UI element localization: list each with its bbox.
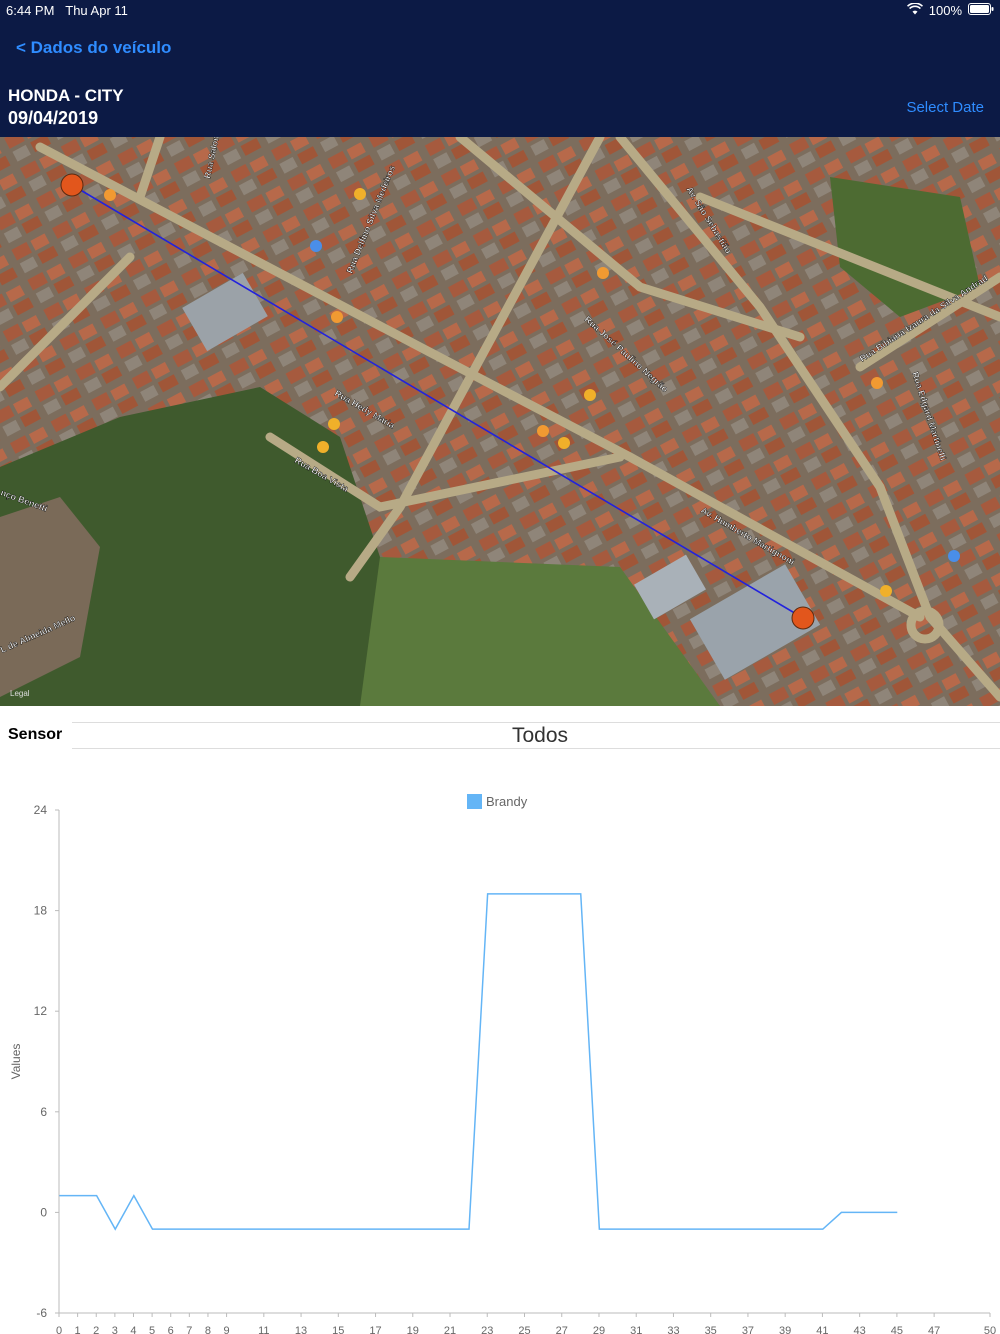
x-tick-label: 5 bbox=[149, 1325, 155, 1334]
vehicle-name: HONDA - CITY bbox=[8, 86, 124, 105]
select-date-button[interactable]: Select Date bbox=[906, 99, 984, 116]
x-tick-label: 7 bbox=[186, 1325, 192, 1334]
x-tick-label: 21 bbox=[444, 1325, 456, 1334]
y-tick-label: 0 bbox=[40, 1205, 47, 1219]
x-tick-label: 0 bbox=[56, 1325, 62, 1334]
x-tick-label: 47 bbox=[928, 1325, 940, 1334]
battery-icon bbox=[968, 3, 994, 18]
x-tick-label: 8 bbox=[205, 1325, 211, 1334]
x-tick-label: 27 bbox=[556, 1325, 568, 1334]
x-tick-label: 23 bbox=[481, 1325, 493, 1334]
x-tick-label: 25 bbox=[518, 1325, 530, 1334]
sensor-label: Sensor bbox=[8, 726, 63, 743]
x-tick-label: 9 bbox=[224, 1325, 230, 1334]
x-tick-label: 17 bbox=[369, 1325, 381, 1334]
y-tick-label: 18 bbox=[34, 904, 48, 918]
x-tick-label: 3 bbox=[112, 1325, 118, 1334]
x-tick-label: 13 bbox=[295, 1325, 307, 1334]
route-end-marker[interactable] bbox=[791, 606, 815, 630]
x-tick-label: 41 bbox=[816, 1325, 828, 1334]
status-time: 6:44 PM bbox=[6, 3, 55, 18]
vehicle-date: 09/04/2019 bbox=[8, 108, 99, 128]
route-start-marker[interactable] bbox=[60, 173, 84, 197]
status-bar-left: 6:44 PM Thu Apr 11 bbox=[6, 3, 128, 18]
back-button[interactable]: < Dados do veículo bbox=[16, 38, 171, 58]
sensor-chart: -6061218240 1 2 3 4 5 6 7 8 9 11 13 15 17 19 21 23 25 27 29… bbox=[9, 794, 996, 1334]
x-tick-label: 39 bbox=[779, 1325, 791, 1334]
x-tick-label: 31 bbox=[630, 1325, 642, 1334]
y-tick-label: -6 bbox=[36, 1306, 47, 1320]
sensor-picker[interactable]: Todos bbox=[440, 724, 640, 748]
y-tick-label: 6 bbox=[40, 1105, 47, 1119]
y-axis-label: Values bbox=[9, 1044, 23, 1080]
series-line bbox=[59, 893, 898, 1231]
x-tick-label: 50 bbox=[984, 1325, 996, 1334]
x-tick-label: 15 bbox=[332, 1325, 344, 1334]
picker-divider bbox=[72, 722, 1000, 723]
x-tick-label: 29 bbox=[593, 1325, 605, 1334]
x-tick-label: 6 bbox=[168, 1325, 174, 1334]
status-bar-right: 100% bbox=[906, 2, 994, 18]
x-tick-label: 45 bbox=[891, 1325, 903, 1334]
map-legal-link[interactable]: Legal bbox=[10, 689, 30, 698]
route-map[interactable]: Rua Salom Rua Delfino Silva Medeiros Av.… bbox=[0, 137, 1000, 706]
x-tick-label: 35 bbox=[705, 1325, 717, 1334]
x-tick-label: 33 bbox=[667, 1325, 679, 1334]
x-tick-label: 2 bbox=[93, 1325, 99, 1334]
x-tick-label: 43 bbox=[854, 1325, 866, 1334]
satellite-map: Rua Salom Rua Delfino Silva Medeiros Av.… bbox=[0, 137, 1000, 706]
y-tick-label: 12 bbox=[34, 1004, 48, 1018]
x-tick-label: 11 bbox=[258, 1325, 269, 1334]
y-tick-label: 24 bbox=[34, 803, 48, 817]
wifi-icon bbox=[906, 2, 923, 18]
x-tick-label: 19 bbox=[407, 1325, 419, 1334]
picker-divider bbox=[72, 748, 1000, 749]
x-tick-label: 1 bbox=[75, 1325, 81, 1334]
x-tick-label: 37 bbox=[742, 1325, 754, 1334]
app-header: 6:44 PM Thu Apr 11 100% < Dados do veícu… bbox=[0, 0, 1000, 137]
legend-label: Brandy bbox=[486, 794, 528, 809]
legend-swatch bbox=[467, 794, 482, 809]
battery-percent: 100% bbox=[928, 3, 962, 18]
status-date: Thu Apr 11 bbox=[65, 3, 128, 18]
x-tick-label: 4 bbox=[130, 1325, 136, 1334]
